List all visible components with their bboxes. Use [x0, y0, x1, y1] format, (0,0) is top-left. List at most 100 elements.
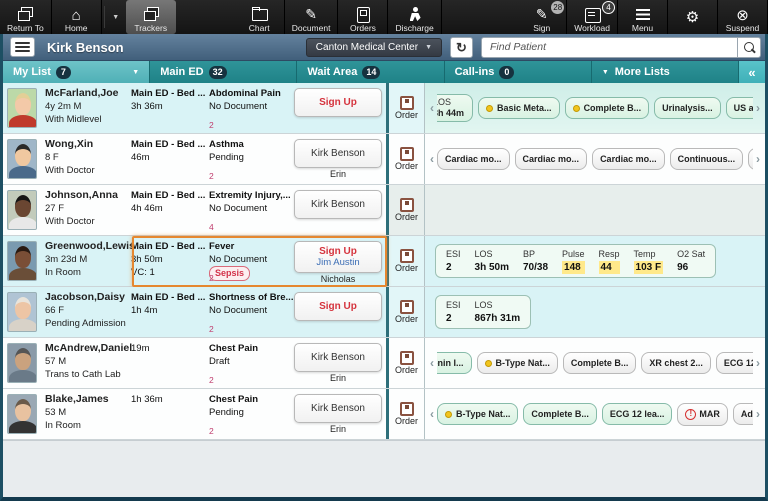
order-status-pill[interactable]: Complete B... — [562, 352, 637, 374]
assigned-nurse: Erin — [329, 373, 346, 383]
patient-row-blake[interactable]: Blake,James 53 M In Room 1h 36m Chest Pa… — [3, 389, 765, 440]
los-time: 46m — [131, 152, 150, 163]
order-status-pill[interactable]: Complete B... — [523, 403, 597, 425]
document-status: No Document — [209, 254, 268, 265]
department-selector[interactable]: Canton Medical Center ▼ — [305, 37, 442, 57]
order-status-pill[interactable]: Cardiac mo... — [437, 148, 510, 170]
document-status: Pending — [209, 407, 244, 418]
home-button[interactable]: ⌂ Home — [52, 0, 102, 34]
scroll-right-icon[interactable]: › — [753, 407, 763, 421]
los-card[interactable]: LOS 3h 44m — [437, 94, 474, 122]
tab-more-lists[interactable]: ▼ More Lists — [591, 61, 740, 83]
orders-button[interactable]: Orders — [338, 0, 389, 34]
assigned-provider-button[interactable]: Kirk Benson — [294, 190, 382, 219]
order-status-pill[interactable]: ECG 12 lea... — [601, 403, 673, 425]
trackers-button[interactable]: Trackers — [125, 0, 176, 34]
search-magnifier-icon[interactable] — [737, 36, 761, 58]
patient-row-wong[interactable]: Wong,Xin 8 F With Doctor Main ED - Bed .… — [3, 134, 765, 185]
chevron-down-icon: ▼ — [425, 43, 432, 51]
order-status-pill[interactable]: B-Type Nat... — [476, 352, 558, 374]
suspend-button[interactable]: ⊗ Suspend — [718, 0, 768, 34]
scroll-right-icon[interactable]: › — [753, 152, 763, 166]
order-pad-icon[interactable] — [399, 96, 414, 110]
vitals-card[interactable]: ESI 2 LOS 3h 50m BP 70/38 Pulse 148 Resp 44 T… — [435, 244, 717, 278]
bed-label: Main ED - Bed ... — [131, 190, 206, 201]
order-pad-icon[interactable] — [399, 300, 414, 314]
order-status-pill[interactable]: Continuous... — [669, 148, 744, 170]
order-status-pill[interactable]: B-Type Nat... — [437, 403, 519, 425]
scroll-right-icon[interactable]: › — [753, 101, 763, 115]
collapse-panel-button[interactable]: « — [739, 61, 766, 83]
chief-complaint: Extremity Injury,... — [209, 190, 291, 201]
order-pad-icon[interactable] — [399, 402, 414, 416]
home-icon: ⌂ — [71, 7, 81, 24]
order-status-pill[interactable]: ECG 12 lea... — [715, 352, 753, 374]
patient-photo — [7, 394, 37, 434]
chart-button[interactable]: Chart — [235, 0, 285, 34]
settings-button[interactable]: ⚙ — [668, 0, 718, 34]
sign-up-button[interactable]: Sign Up — [294, 292, 382, 321]
hamburger-menu-button[interactable] — [10, 37, 35, 57]
tab-main-ed[interactable]: Main ED 32 — [150, 61, 298, 83]
patient-row-mcandrew[interactable]: McAndrew,Daniel 57 M Trans to Cath Lab 1… — [3, 338, 765, 389]
sign-up-button[interactable]: Sign Up — [294, 88, 382, 117]
order-status-pill[interactable]: Cardiac mo... — [592, 148, 665, 170]
discharge-button[interactable]: Discharge — [388, 0, 442, 34]
order-label: Order — [394, 416, 418, 426]
note-count: 4 — [209, 222, 214, 232]
order-status-pill[interactable]: Cardiac mo... — [514, 148, 588, 170]
patient-row-jacobson[interactable]: Jacobson,Daisy 66 F Pending Admission Ma… — [3, 287, 765, 338]
assigned-nurse: Nicholas — [320, 274, 356, 284]
assigned-provider-button[interactable]: Kirk Benson — [294, 343, 382, 372]
order-pad-icon[interactable] — [399, 147, 414, 161]
find-patient-input[interactable] — [481, 36, 737, 58]
order-pad-icon[interactable] — [399, 249, 414, 263]
tab-wait-area[interactable]: Wait Area 14 — [297, 61, 445, 83]
order-pad-icon[interactable] — [399, 351, 414, 365]
scroll-right-icon[interactable]: › — [753, 356, 763, 370]
order-status-pill[interactable]: onin I... — [437, 352, 472, 374]
workload-button[interactable]: 4 Workload — [567, 0, 618, 34]
esi-los-card[interactable]: ESI 2 LOS 867h 31m — [435, 295, 532, 329]
scroll-left-icon[interactable]: ‹ — [427, 101, 437, 115]
chevron-down-icon[interactable]: ▼ — [132, 69, 139, 76]
sepsis-flag[interactable]: Sepsis — [209, 266, 251, 281]
discharge-label: Discharge — [395, 23, 434, 33]
assigned-provider-button[interactable]: Kirk Benson — [294, 394, 382, 423]
order-status-pill[interactable]: ! MAR — [677, 402, 728, 426]
order-label: Order — [394, 263, 418, 273]
refresh-button[interactable]: ↻ — [450, 36, 473, 58]
return-to-button[interactable]: Return To — [0, 0, 52, 34]
document-button[interactable]: ✎ Document — [285, 0, 339, 34]
order-pad-icon[interactable] — [399, 198, 414, 212]
home-dropdown-button[interactable]: ▼ — [107, 0, 125, 34]
tab-call-ins[interactable]: Call-ins 0 — [444, 61, 592, 83]
order-status-pill[interactable]: XR chest 2... — [641, 352, 711, 374]
patient-status: With Doctor — [45, 165, 95, 176]
patient-row-johnson[interactable]: Johnson,Anna 27 F With Doctor Main ED - … — [3, 185, 765, 236]
patient-row-mcfarland[interactable]: McFarland,Joe 4y 2m M With Midlevel Main… — [3, 83, 765, 134]
order-status-pill[interactable]: US abdomen — [725, 97, 753, 119]
order-status-pill[interactable]: Admit as I... — [732, 403, 753, 425]
order-status-pill[interactable]: Basic Meta... — [478, 97, 560, 119]
folder-icon — [249, 7, 269, 22]
tab-my-list[interactable]: My List 7 ▼ — [3, 61, 151, 83]
order-status-pill[interactable]: Complete B... — [564, 97, 650, 119]
patient-row-greenwood[interactable]: Greenwood,Lewis 3m 23d M In Room Main ED… — [3, 236, 765, 287]
menu-button[interactable]: Menu — [618, 0, 668, 34]
sign-up-button[interactable]: Sign Up Jim Austin — [294, 241, 382, 273]
chief-complaint: Chest Pain — [209, 394, 259, 405]
order-status-pill[interactable]: Urinalysis... — [654, 97, 721, 119]
sign-button[interactable]: 28 ✎ Sign — [517, 0, 568, 34]
assigned-nurse: Erin — [329, 424, 346, 434]
assigned-provider-button[interactable]: Kirk Benson — [294, 139, 382, 168]
patient-photo — [7, 190, 37, 230]
document-status: No Document — [209, 101, 268, 112]
scroll-left-icon[interactable]: ‹ — [427, 152, 437, 166]
department-label: Canton Medical Center — [315, 41, 419, 53]
scroll-left-icon[interactable]: ‹ — [427, 407, 437, 421]
toolbar-divider — [103, 6, 105, 28]
ed-tracker-window: Return To ⌂ Home ▼ Trackers Chart ✎ Docu… — [0, 0, 768, 501]
chief-complaint: Asthma — [209, 139, 244, 150]
scroll-left-icon[interactable]: ‹ — [427, 356, 437, 370]
